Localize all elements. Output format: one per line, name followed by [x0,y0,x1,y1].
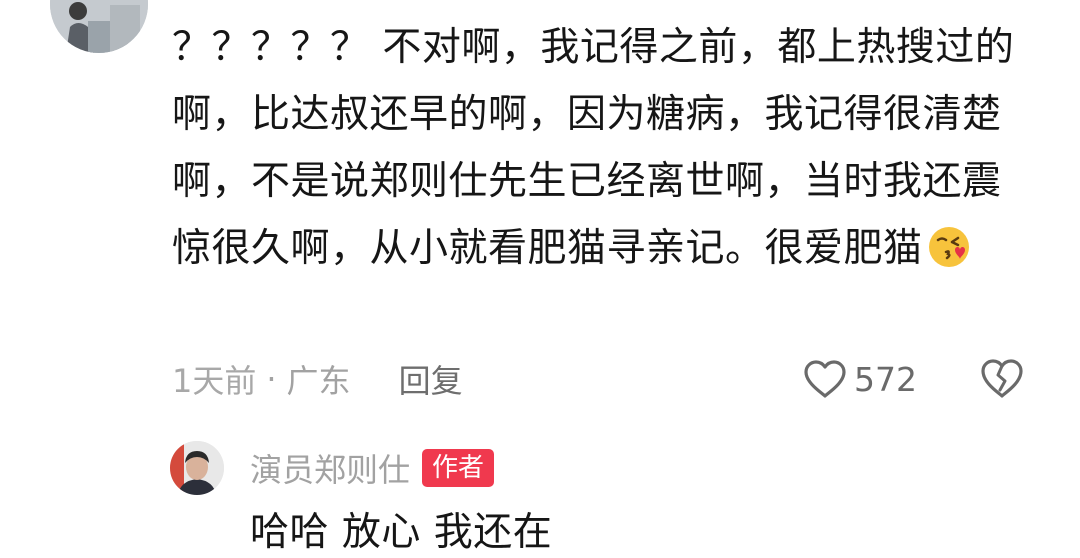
reply-button[interactable]: 回复 [399,356,463,402]
like-count: 572 [854,359,917,399]
reply-body: 哈哈 放心 我还在 [250,510,553,555]
commenter-avatar[interactable] [50,0,148,53]
comment-text: ？？？？？ 不对啊，我记得之前，都上热搜过的啊，比达叔还早的啊，因为糖病，我记得… [172,25,1015,271]
avatar-image [50,0,148,53]
like-button[interactable]: 572 [802,354,917,404]
dislike-button[interactable] [978,356,1026,402]
comment-location: 广东 [286,362,351,400]
heart-icon [804,360,846,398]
author-badge: 作者 [422,449,495,487]
broken-heart-icon [981,359,1023,398]
comment-time: 1天前 [172,362,257,400]
comment-body: ？？？？？ 不对啊，我记得之前，都上热搜过的啊，比达叔还早的啊，因为糖病，我记得… [172,14,1032,282]
avatar-image [170,441,224,495]
reply-author-name[interactable]: 演员郑则仕 [250,445,410,491]
reply-author-avatar[interactable] [170,441,224,495]
kissing-heart-emoji-icon [927,223,971,267]
comment-meta: 1天前 · 广东 回复 [172,352,463,406]
meta-separator: · [266,360,277,398]
reply-header: 演员郑则仕 作者 [250,443,495,493]
